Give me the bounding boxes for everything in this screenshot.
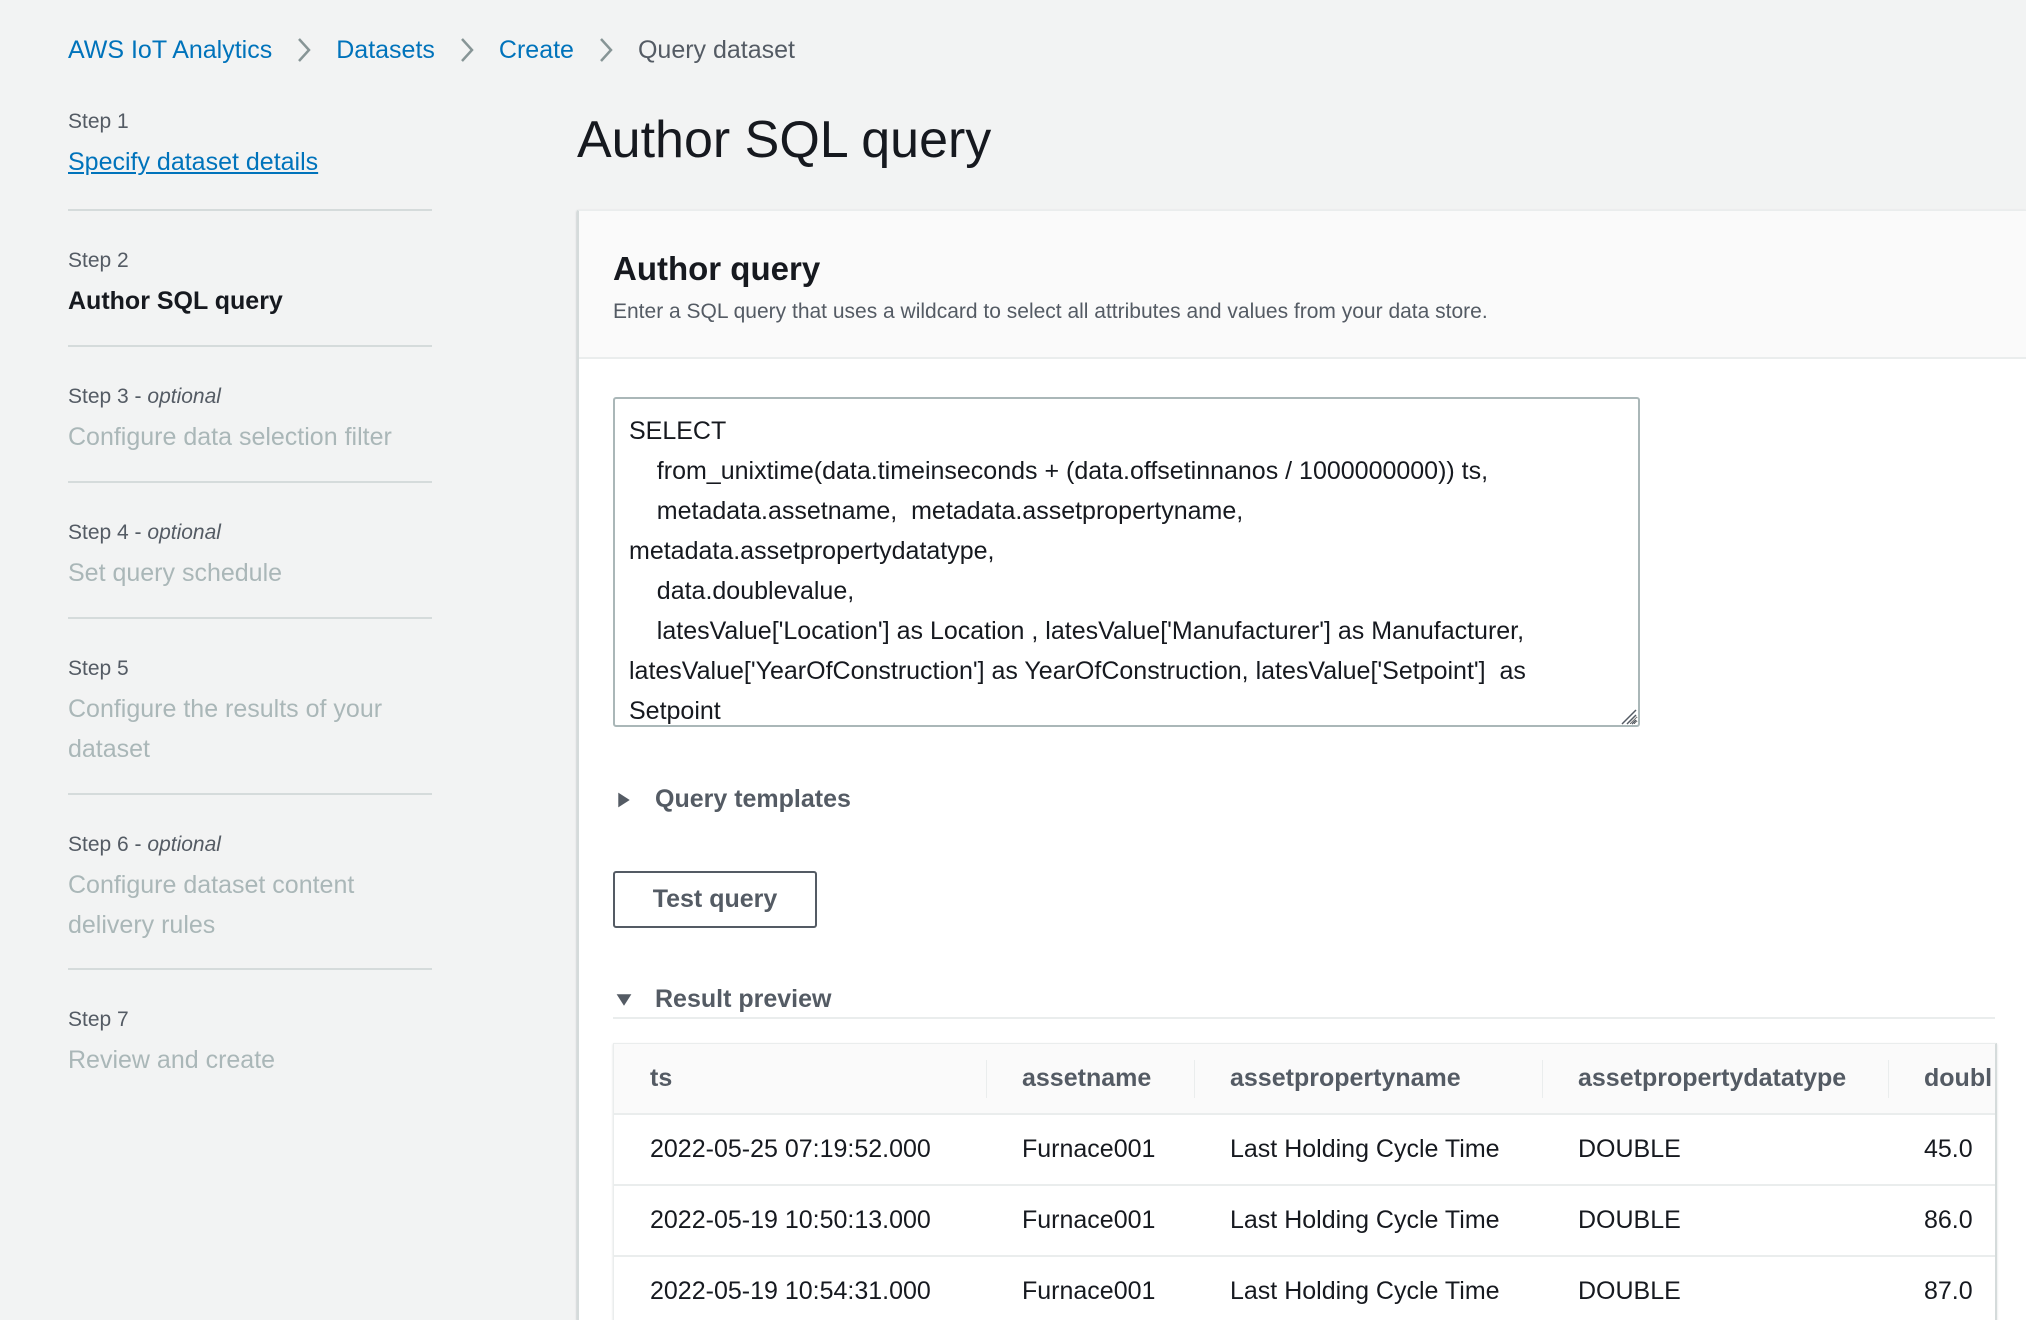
step-number: Step 4 - optional — [68, 521, 221, 544]
cell-assetpropertyname: Last Holding Cycle Time — [1194, 1256, 1542, 1320]
step-number: Step 3 - optional — [68, 385, 221, 408]
query-templates-expander[interactable]: Query templates — [613, 785, 851, 814]
step-title-author-sql-query: Author SQL query — [68, 287, 283, 315]
breadcrumb-aws-iot-analytics[interactable]: AWS IoT Analytics — [68, 32, 272, 68]
table-header-row: ts assetname assetpropertyname assetprop… — [614, 1044, 1995, 1114]
breadcrumb-query-dataset: Query dataset — [637, 36, 795, 64]
step-number: Step 1 — [68, 110, 129, 133]
cell-doublevalue: 45.0 — [1888, 1114, 1995, 1186]
wizard-step-7: Step 7 Review and create — [68, 970, 432, 1080]
cell-ts: 2022-05-25 07:19:52.000 — [614, 1114, 986, 1186]
breadcrumb: AWS IoT Analytics Datasets Create Query … — [68, 32, 795, 68]
wizard-step-2: Step 2 Author SQL query — [68, 211, 432, 347]
caret-right-icon — [613, 789, 635, 811]
breadcrumb-create[interactable]: Create — [499, 32, 574, 68]
step-title-configure-results: Configure the results of your dataset — [68, 695, 383, 763]
table-row: 2022-05-25 07:19:52.000 Furnace001 Last … — [614, 1114, 1995, 1186]
wizard-step-6: Step 6 - optional Configure dataset cont… — [68, 795, 432, 970]
divider — [613, 1017, 1995, 1019]
panel-description: Enter a SQL query that uses a wildcard t… — [613, 300, 1488, 323]
column-header-assetpropertyname[interactable]: assetpropertyname — [1194, 1044, 1542, 1114]
step-number: Step 6 - optional — [68, 833, 221, 856]
author-query-panel: Author query Enter a SQL query that uses… — [577, 210, 2026, 1320]
chevron-right-icon — [286, 32, 322, 68]
cell-assetname: Furnace001 — [986, 1256, 1194, 1320]
wizard-step-5: Step 5 Configure the results of your dat… — [68, 619, 432, 795]
step-title-set-query-schedule: Set query schedule — [68, 559, 283, 587]
wizard-step-4: Step 4 - optional Set query schedule — [68, 483, 432, 619]
step-title-review-and-create: Review and create — [68, 1046, 276, 1074]
cell-assetpropertydatatype: DOUBLE — [1542, 1185, 1888, 1257]
breadcrumb-datasets[interactable]: Datasets — [336, 32, 435, 68]
result-preview-table-container[interactable]: ts assetname assetpropertyname assetprop… — [613, 1043, 1997, 1320]
cell-assetpropertyname: Last Holding Cycle Time — [1194, 1185, 1542, 1257]
column-header-assetname[interactable]: assetname — [986, 1044, 1194, 1114]
cell-assetpropertydatatype: DOUBLE — [1542, 1256, 1888, 1320]
column-header-doublevalue[interactable]: doubl — [1888, 1044, 1995, 1114]
cell-ts: 2022-05-19 10:54:31.000 — [614, 1256, 986, 1320]
wizard-steps: Step 1 Specify dataset details Step 2 Au… — [68, 104, 432, 1080]
step-title-configure-delivery-rules: Configure dataset content delivery rules — [68, 871, 355, 939]
result-preview-expander[interactable]: Result preview — [613, 985, 831, 1014]
step-number: Step 7 — [68, 1008, 129, 1031]
test-query-button[interactable]: Test query — [613, 871, 817, 928]
column-header-ts[interactable]: ts — [614, 1044, 986, 1114]
table-row: 2022-05-19 10:54:31.000 Furnace001 Last … — [614, 1256, 1995, 1320]
cell-doublevalue: 86.0 — [1888, 1185, 1995, 1257]
result-preview-table: ts assetname assetpropertyname assetprop… — [614, 1044, 1995, 1320]
cell-ts: 2022-05-19 10:50:13.000 — [614, 1185, 986, 1257]
cell-assetname: Furnace001 — [986, 1114, 1194, 1186]
wizard-step-3: Step 3 - optional Configure data selecti… — [68, 347, 432, 483]
sql-query-input[interactable]: SELECT from_unixtime(data.timeinseconds … — [613, 397, 1640, 727]
chevron-right-icon — [588, 32, 624, 68]
result-preview-label: Result preview — [655, 985, 832, 1013]
chevron-right-icon — [449, 32, 485, 68]
caret-down-icon — [613, 989, 635, 1011]
cell-assetname: Furnace001 — [986, 1185, 1194, 1257]
step-number: Step 2 — [68, 249, 129, 272]
wizard-step-1: Step 1 Specify dataset details — [68, 104, 432, 211]
cell-assetpropertyname: Last Holding Cycle Time — [1194, 1114, 1542, 1186]
step-number: Step 5 — [68, 657, 129, 680]
cell-doublevalue: 87.0 — [1888, 1256, 1995, 1320]
panel-header: Author query Enter a SQL query that uses… — [579, 211, 2026, 359]
cell-assetpropertydatatype: DOUBLE — [1542, 1114, 1888, 1186]
column-header-assetpropertydatatype[interactable]: assetpropertydatatype — [1542, 1044, 1888, 1114]
panel-title: Author query — [613, 250, 821, 287]
table-row: 2022-05-19 10:50:13.000 Furnace001 Last … — [614, 1185, 1995, 1257]
step-link-specify-dataset-details[interactable]: Specify dataset details — [68, 142, 432, 182]
step-title-configure-data-selection-filter: Configure data selection filter — [68, 423, 392, 451]
query-templates-label: Query templates — [655, 785, 851, 813]
page-title: Author SQL query — [577, 111, 992, 169]
